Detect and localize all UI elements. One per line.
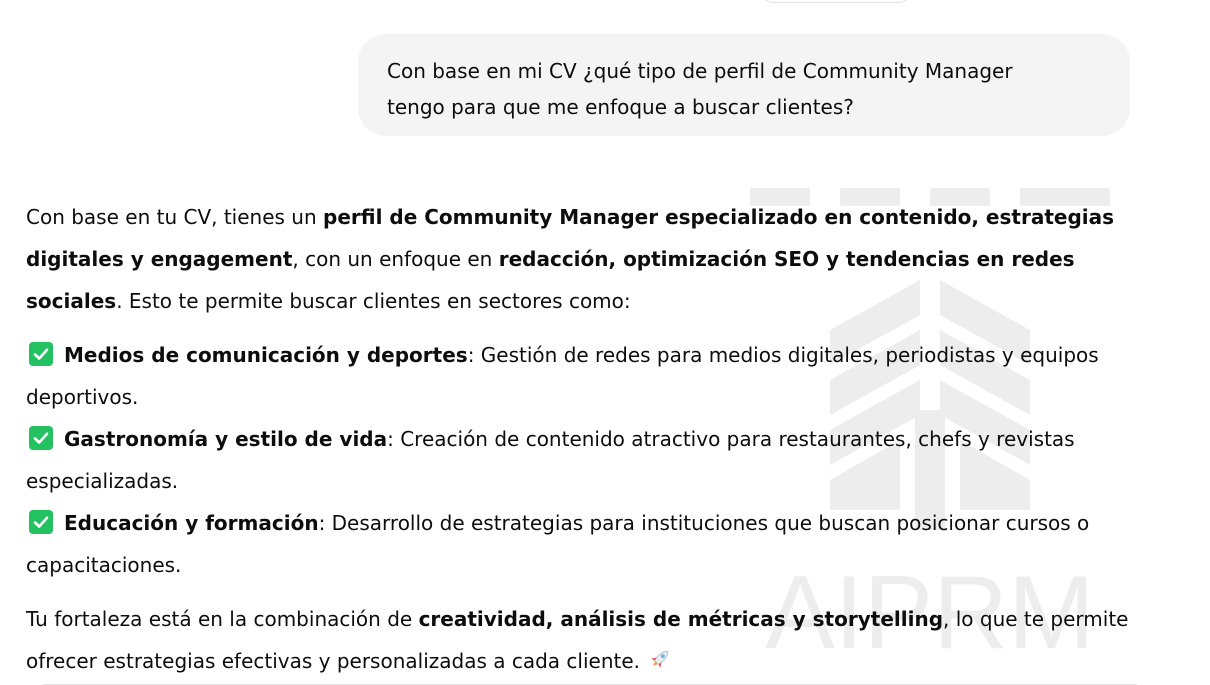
check-mark-button-icon (29, 342, 53, 366)
user-message-line: tengo para que me enfoque a buscar clien… (387, 95, 854, 119)
list-item-title: Educación y formación (64, 511, 319, 535)
rocket-icon (651, 650, 669, 668)
user-message-line: Con base en mi CV ¿qué tipo de perfil de… (387, 59, 1013, 83)
list-item-title: Gastronomía y estilo de vida (64, 427, 388, 451)
list-item-title: Medios de comunicación y deportes (64, 343, 468, 367)
list-item: Educación y formación: Desarrollo de est… (26, 502, 1156, 586)
top-pill-button[interactable] (758, 0, 914, 3)
list-item: Medios de comunicación y deportes: Gesti… (26, 334, 1156, 418)
closing-bold: creatividad, análisis de métricas y stor… (418, 607, 944, 631)
assistant-message: Con base en tu CV, tienes un perfil de C… (26, 196, 1156, 682)
sector-list: Medios de comunicación y deportes: Gesti… (26, 334, 1156, 586)
intro-text: . Esto te permite buscar clientes en sec… (116, 289, 631, 313)
intro-text: Con base en tu CV, tienes un (26, 205, 324, 229)
check-mark-button-icon (29, 426, 53, 450)
check-mark-button-icon (29, 510, 53, 534)
assistant-closing-paragraph: Tu fortaleza está en la combinación de c… (26, 598, 1156, 682)
list-item: Gastronomía y estilo de vida: Creación d… (26, 418, 1156, 502)
assistant-intro-paragraph: Con base en tu CV, tienes un perfil de C… (26, 196, 1156, 322)
intro-text: , con un enfoque en (292, 247, 499, 271)
user-message-bubble: Con base en mi CV ¿qué tipo de perfil de… (358, 34, 1130, 136)
closing-text: Tu fortaleza está en la combinación de (26, 607, 419, 631)
